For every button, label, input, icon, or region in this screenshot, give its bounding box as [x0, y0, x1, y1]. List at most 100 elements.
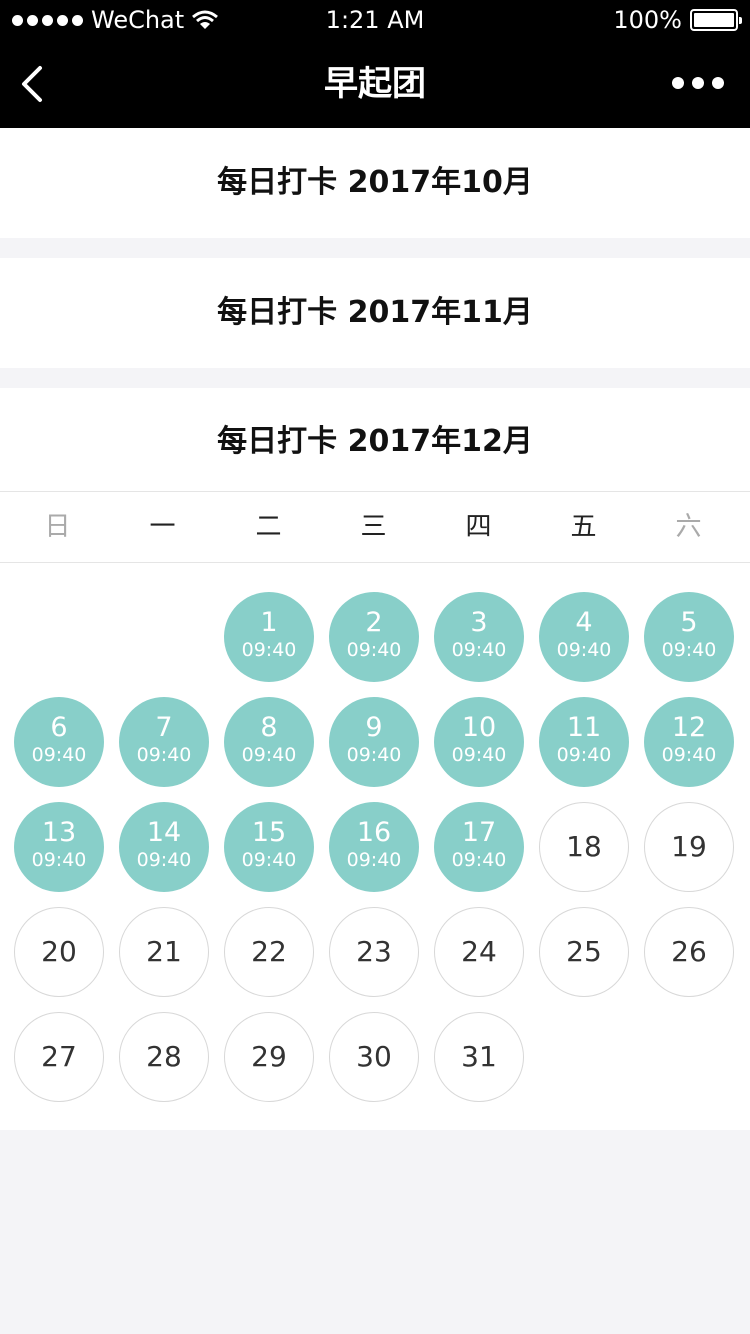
calendar-day[interactable]: 20 — [14, 907, 104, 997]
day-number: 1 — [260, 607, 278, 638]
month-card-october[interactable]: 每日打卡 2017年10月 — [0, 128, 750, 238]
calendar-day[interactable]: 1 09:40 — [224, 592, 314, 682]
nav-bar: 早起团 — [0, 40, 750, 128]
day-number: 20 — [41, 935, 77, 968]
calendar-day[interactable]: 2 09:40 — [329, 592, 419, 682]
calendar-day[interactable]: 8 09:40 — [224, 697, 314, 787]
day-number: 17 — [461, 817, 497, 848]
calendar-day[interactable]: 6 09:40 — [14, 697, 104, 787]
checkin-time: 09:40 — [31, 849, 87, 871]
month-title[interactable]: 每日打卡 2017年12月 — [0, 388, 750, 491]
calendar-day[interactable]: 10 09:40 — [434, 697, 524, 787]
checkin-time: 09:40 — [556, 639, 612, 661]
checkin-time: 09:40 — [241, 849, 297, 871]
checkin-time: 09:40 — [346, 849, 402, 871]
calendar-day[interactable]: 13 09:40 — [14, 802, 104, 892]
calendar-day[interactable]: 15 09:40 — [224, 802, 314, 892]
checkin-time: 09:40 — [136, 849, 192, 871]
day-number: 26 — [671, 935, 707, 968]
day-number: 19 — [671, 830, 707, 863]
day-number: 8 — [260, 712, 278, 743]
calendar-day[interactable]: 3 09:40 — [434, 592, 524, 682]
day-number: 10 — [461, 712, 497, 743]
month-card-december: 每日打卡 2017年12月 日 一 二 三 四 五 六 1 09:40 2 09:40… — [0, 388, 750, 1130]
day-number: 13 — [41, 817, 77, 848]
more-options-icon[interactable] — [672, 77, 724, 89]
day-number: 9 — [365, 712, 383, 743]
calendar-day[interactable]: 27 — [14, 1012, 104, 1102]
calendar-day[interactable]: 31 — [434, 1012, 524, 1102]
day-number: 3 — [470, 607, 488, 638]
weekday-sat: 六 — [675, 512, 702, 542]
calendar-day[interactable]: 5 09:40 — [644, 592, 734, 682]
day-number: 16 — [356, 817, 392, 848]
day-number: 31 — [461, 1040, 497, 1073]
calendar-day[interactable]: 23 — [329, 907, 419, 997]
calendar-day[interactable]: 7 09:40 — [119, 697, 209, 787]
checkin-time: 09:40 — [31, 744, 87, 766]
calendar-day[interactable]: 24 — [434, 907, 524, 997]
calendar-day[interactable]: 16 09:40 — [329, 802, 419, 892]
status-right: 100% — [613, 6, 742, 34]
checkin-time: 09:40 — [556, 744, 612, 766]
checkin-time: 09:40 — [661, 744, 717, 766]
day-number: 7 — [155, 712, 173, 743]
status-bar: WeChat 1:21 AM 100% — [0, 0, 750, 40]
battery-percent: 100% — [613, 6, 682, 34]
day-number: 28 — [146, 1040, 182, 1073]
checkin-time: 09:40 — [346, 639, 402, 661]
day-number: 25 — [566, 935, 602, 968]
weekday-tue: 二 — [255, 512, 282, 542]
weekday-header: 日 一 二 三 四 五 六 — [0, 491, 750, 563]
checkin-time: 09:40 — [241, 744, 297, 766]
checkin-time: 09:40 — [451, 744, 507, 766]
weekday-mon: 一 — [149, 512, 176, 542]
calendar-day[interactable]: 4 09:40 — [539, 592, 629, 682]
day-number: 23 — [356, 935, 392, 968]
day-number: 21 — [146, 935, 182, 968]
weekday-sun: 日 — [44, 512, 71, 542]
weekday-fri: 五 — [570, 512, 597, 542]
checkin-time: 09:40 — [136, 744, 192, 766]
weekday-wed: 三 — [360, 512, 387, 542]
checkin-time: 09:40 — [241, 639, 297, 661]
day-number: 18 — [566, 830, 602, 863]
day-number: 22 — [251, 935, 287, 968]
calendar-day[interactable]: 30 — [329, 1012, 419, 1102]
day-number: 15 — [251, 817, 287, 848]
day-number: 4 — [575, 607, 593, 638]
page-title: 早起团 — [324, 64, 426, 104]
checkin-time: 09:40 — [346, 744, 402, 766]
calendar-day[interactable]: 29 — [224, 1012, 314, 1102]
day-number: 27 — [41, 1040, 77, 1073]
calendar-day[interactable]: 21 — [119, 907, 209, 997]
calendar-day[interactable]: 18 — [539, 802, 629, 892]
month-card-november[interactable]: 每日打卡 2017年11月 — [0, 258, 750, 368]
day-number: 14 — [146, 817, 182, 848]
checkin-time: 09:40 — [451, 639, 507, 661]
calendar-day[interactable]: 14 09:40 — [119, 802, 209, 892]
month-title[interactable]: 每日打卡 2017年11月 — [0, 258, 750, 368]
day-number: 6 — [50, 712, 68, 743]
calendar-day[interactable]: 17 09:40 — [434, 802, 524, 892]
calendar-day[interactable]: 9 09:40 — [329, 697, 419, 787]
calendar-day[interactable]: 12 09:40 — [644, 697, 734, 787]
calendar-day[interactable]: 28 — [119, 1012, 209, 1102]
calendar-day[interactable]: 11 09:40 — [539, 697, 629, 787]
calendar-day[interactable]: 19 — [644, 802, 734, 892]
calendar-day[interactable]: 25 — [539, 907, 629, 997]
day-number: 2 — [365, 607, 383, 638]
month-title[interactable]: 每日打卡 2017年10月 — [0, 128, 750, 238]
day-number: 5 — [680, 607, 698, 638]
day-number: 12 — [671, 712, 707, 743]
day-number: 29 — [251, 1040, 287, 1073]
calendar-day[interactable]: 26 — [644, 907, 734, 997]
battery-icon — [690, 9, 742, 31]
day-number: 30 — [356, 1040, 392, 1073]
calendar-day[interactable]: 22 — [224, 907, 314, 997]
day-number: 11 — [566, 712, 602, 743]
day-number: 24 — [461, 935, 497, 968]
checkin-time: 09:40 — [661, 639, 717, 661]
checkin-time: 09:40 — [451, 849, 507, 871]
weekday-thu: 四 — [465, 512, 492, 542]
